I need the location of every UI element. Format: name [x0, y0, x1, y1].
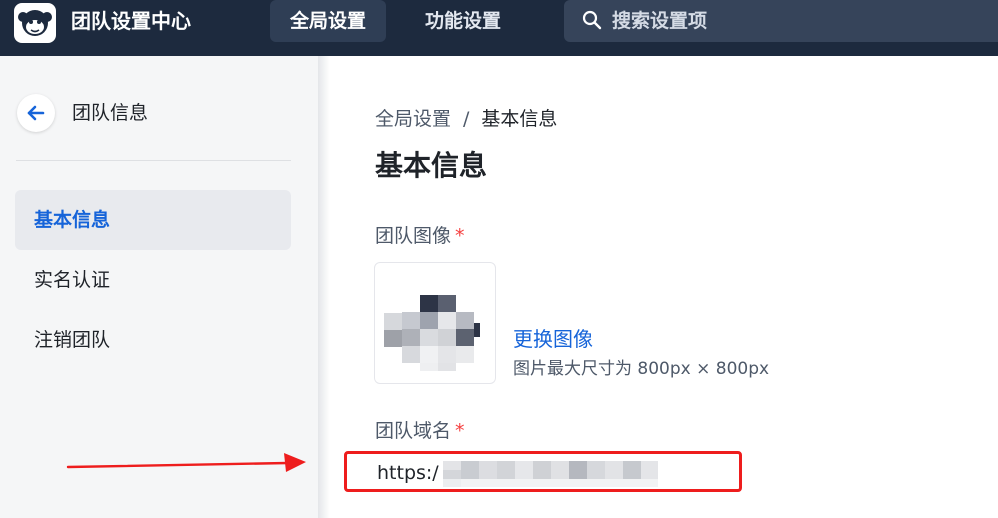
team-avatar[interactable]: [374, 262, 496, 384]
sidebar-item-real-name-auth[interactable]: 实名认证: [15, 250, 291, 310]
breadcrumb-current: 基本信息: [481, 108, 558, 130]
back-button[interactable]: [17, 94, 55, 132]
search-bar[interactable]: [564, 0, 998, 42]
page-title: 基本信息: [375, 149, 488, 182]
change-avatar-link[interactable]: 更换图像: [513, 326, 593, 352]
required-mark: *: [455, 225, 465, 247]
app-title: 团队设置中心: [71, 9, 191, 33]
breadcrumb: 全局设置 / 基本信息: [375, 106, 557, 132]
pixelated-avatar-icon: [384, 295, 480, 371]
sidebar-item-cancel-team[interactable]: 注销团队: [15, 310, 291, 370]
domain-input[interactable]: https:/: [344, 451, 742, 492]
avatar-label-text: 团队图像: [375, 225, 452, 247]
sidebar: 团队信息 基本信息 实名认证 注销团队: [0, 56, 318, 518]
top-bar: 团队设置中心 全局设置 功能设置: [0, 0, 998, 56]
avatar-field-label: 团队图像 *: [375, 223, 465, 249]
required-mark: *: [455, 420, 465, 442]
domain-field-label: 团队域名 *: [375, 418, 465, 444]
breadcrumb-parent[interactable]: 全局设置: [375, 108, 451, 130]
breadcrumb-separator: /: [463, 108, 470, 130]
sidebar-divider: [16, 160, 291, 161]
redacted-domain-icon: [443, 461, 658, 487]
sidebar-shadow: [318, 56, 330, 518]
tab-global-settings[interactable]: 全局设置: [270, 0, 387, 42]
monkey-logo-icon: [18, 10, 52, 36]
red-annotation-arrow-icon: [66, 453, 306, 472]
app-logo[interactable]: [14, 3, 56, 43]
arrow-left-icon: [27, 105, 45, 121]
tab-feature-settings[interactable]: 功能设置: [405, 0, 521, 42]
sidebar-item-basic-info[interactable]: 基本信息: [15, 190, 291, 250]
domain-label-text: 团队域名: [375, 420, 452, 442]
search-icon: [582, 10, 602, 30]
search-input[interactable]: [612, 0, 982, 42]
sidebar-title: 团队信息: [72, 102, 149, 124]
avatar-size-hint: 图片最大尺寸为 800px × 800px: [513, 359, 770, 379]
domain-value-prefix: https:/: [377, 462, 439, 484]
